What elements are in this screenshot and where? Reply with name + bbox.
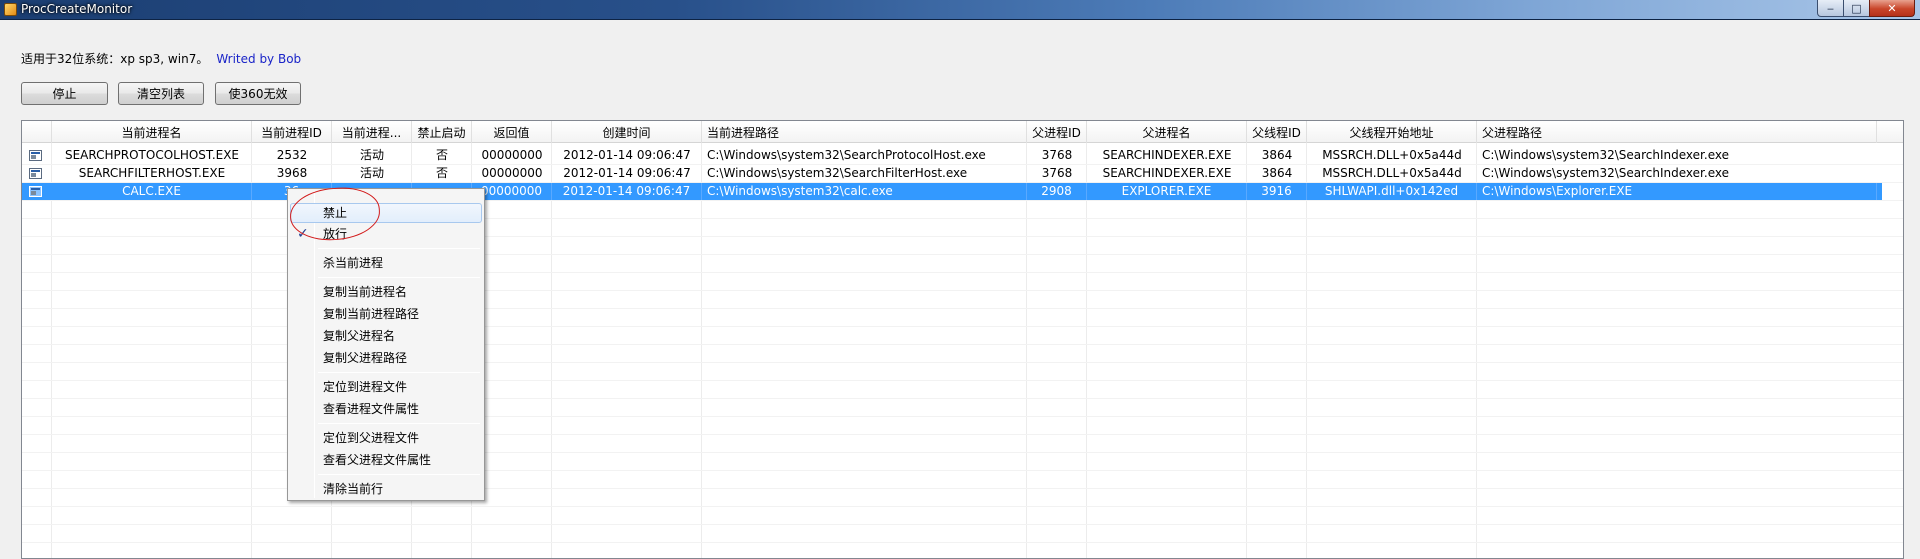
table-cell: 否 bbox=[435, 166, 448, 180]
close-button[interactable]: ✕ bbox=[1869, 0, 1915, 17]
column-header[interactable]: 当前进程... bbox=[332, 121, 412, 143]
table-cell: SHLWAPI.dll+0x142ed bbox=[1307, 183, 1477, 200]
menu-item-locate-file[interactable]: 定位到进程文件 bbox=[290, 377, 482, 397]
table-cell: 活动 bbox=[359, 148, 384, 162]
menu-separator bbox=[318, 372, 480, 373]
app-icon bbox=[4, 3, 17, 16]
title-bar[interactable]: ProcCreateMonitor ‒ □ ✕ bbox=[0, 0, 1920, 20]
process-icon bbox=[29, 150, 42, 161]
stop-button[interactable]: 停止 bbox=[21, 82, 108, 105]
table-row[interactable]: SEARCHPROTOCOLHOST.EXE 2532 活动 否 00000000 201… bbox=[22, 147, 1882, 164]
menu-item-copy-path[interactable]: 复制当前进程路径 bbox=[290, 304, 482, 324]
table-cell: 00000000 bbox=[481, 166, 543, 180]
table-cell: 2012-01-14 09:06:47 bbox=[552, 183, 702, 200]
menu-item-parent-file-properties[interactable]: 查看父进程文件属性 bbox=[290, 450, 482, 470]
table-cell: 2012-01-14 09:06:47 bbox=[563, 166, 691, 180]
table-cell: C:\Windows\system32\SearchIndexer.exe bbox=[1482, 148, 1729, 162]
table-cell: 3968 bbox=[276, 166, 308, 180]
process-icon bbox=[29, 186, 42, 197]
menu-item-kill-process[interactable]: 杀当前进程 bbox=[290, 253, 482, 273]
column-header[interactable]: 父进程路径 bbox=[1477, 121, 1877, 143]
table-cell: CALC.EXE bbox=[52, 183, 252, 200]
menu-separator bbox=[318, 277, 480, 278]
table-cell: C:\Windows\system32\SearchFilterHost.exe bbox=[707, 166, 968, 180]
menu-separator bbox=[318, 248, 480, 249]
column-header[interactable]: 父进程名 bbox=[1087, 121, 1247, 143]
table-cell: 3916 bbox=[1247, 183, 1307, 200]
column-header[interactable]: 当前进程路径 bbox=[702, 121, 1027, 143]
table-cell: SEARCHINDEXER.EXE bbox=[1102, 148, 1232, 162]
table-cell: C:\Windows\system32\SearchIndexer.exe bbox=[1482, 166, 1729, 180]
menu-separator bbox=[318, 474, 480, 475]
column-header[interactable]: 当前进程名 bbox=[52, 121, 252, 143]
table-cell: MSSRCH.DLL+0x5a44d bbox=[1322, 148, 1462, 162]
table-cell: SEARCHPROTOCOLHOST.EXE bbox=[64, 148, 240, 162]
minimize-button[interactable]: ‒ bbox=[1817, 0, 1844, 17]
window-title: ProcCreateMonitor bbox=[21, 2, 133, 16]
check-icon: ✓ bbox=[297, 226, 309, 242]
grid-row-line bbox=[22, 542, 1903, 543]
menu-item-block[interactable]: 禁止 bbox=[290, 203, 482, 223]
table-cell: C:\Windows\Explorer.EXE bbox=[1477, 183, 1877, 200]
column-header[interactable]: 创建时间 bbox=[552, 121, 702, 143]
table-cell: EXPLORER.EXE bbox=[1087, 183, 1247, 200]
table-cell: SEARCHFILTERHOST.EXE bbox=[78, 166, 226, 180]
disable-360-button[interactable]: 使360无效 bbox=[215, 82, 301, 105]
table-cell: 00000000 bbox=[481, 148, 543, 162]
table-cell: 否 bbox=[435, 148, 448, 162]
author-text: Writed by Bob bbox=[216, 52, 302, 66]
list-header: 当前进程名 当前进程ID 当前进程... 禁止启动 返回值 创建时间 当前进程路径 父进程ID… bbox=[22, 121, 1903, 143]
table-cell: 2532 bbox=[276, 148, 308, 162]
menu-separator bbox=[318, 423, 480, 424]
table-cell: 3864 bbox=[1261, 148, 1293, 162]
menu-item-copy-parent-name[interactable]: 复制父进程名 bbox=[290, 326, 482, 346]
table-cell: MSSRCH.DLL+0x5a44d bbox=[1322, 166, 1462, 180]
clear-list-button[interactable]: 清空列表 bbox=[118, 82, 204, 105]
maximize-button[interactable]: □ bbox=[1843, 0, 1870, 17]
column-header[interactable]: 父进程ID bbox=[1027, 121, 1087, 143]
grid-row-line bbox=[22, 524, 1903, 525]
column-header-icon[interactable] bbox=[22, 121, 52, 143]
table-cell: 3768 bbox=[1041, 148, 1073, 162]
table-cell: 3864 bbox=[1261, 166, 1293, 180]
table-cell: 2908 bbox=[1027, 183, 1087, 200]
system-info-text: 适用于32位系统：xp sp3, win7。 bbox=[21, 52, 209, 66]
context-menu: 禁止 ✓ 放行 杀当前进程 复制当前进程名 复制当前进程路径 复制父进程名 复制父… bbox=[287, 188, 485, 501]
column-header[interactable]: 当前进程ID bbox=[252, 121, 332, 143]
table-cell: 活动 bbox=[359, 166, 384, 180]
table-row[interactable]: SEARCHFILTERHOST.EXE 3968 活动 否 00000000 2012-… bbox=[22, 165, 1882, 182]
grid-row-line bbox=[22, 506, 1903, 507]
process-icon bbox=[29, 168, 42, 179]
table-cell: SEARCHINDEXER.EXE bbox=[1102, 166, 1232, 180]
menu-item-allow[interactable]: ✓ 放行 bbox=[290, 224, 482, 244]
table-cell: C:\Windows\system32\calc.exe bbox=[702, 183, 1027, 200]
info-line: 适用于32位系统：xp sp3, win7。 Writed by Bob bbox=[21, 50, 301, 67]
table-cell: 3768 bbox=[1041, 166, 1073, 180]
table-cell: C:\Windows\system32\SearchProtocolHost.e… bbox=[707, 148, 986, 162]
table-cell: 2012-01-14 09:06:47 bbox=[563, 148, 691, 162]
column-header[interactable]: 禁止启动 bbox=[412, 121, 472, 143]
column-header[interactable]: 返回值 bbox=[472, 121, 552, 143]
column-header[interactable]: 父线程ID bbox=[1247, 121, 1307, 143]
menu-item-file-properties[interactable]: 查看进程文件属性 bbox=[290, 399, 482, 419]
menu-item-copy-name[interactable]: 复制当前进程名 bbox=[290, 282, 482, 302]
menu-item-copy-parent-path[interactable]: 复制父进程路径 bbox=[290, 348, 482, 368]
column-header[interactable]: 父线程开始地址 bbox=[1307, 121, 1477, 143]
menu-item-locate-parent-file[interactable]: 定位到父进程文件 bbox=[290, 428, 482, 448]
menu-item-clear-row[interactable]: 清除当前行 bbox=[290, 479, 482, 499]
